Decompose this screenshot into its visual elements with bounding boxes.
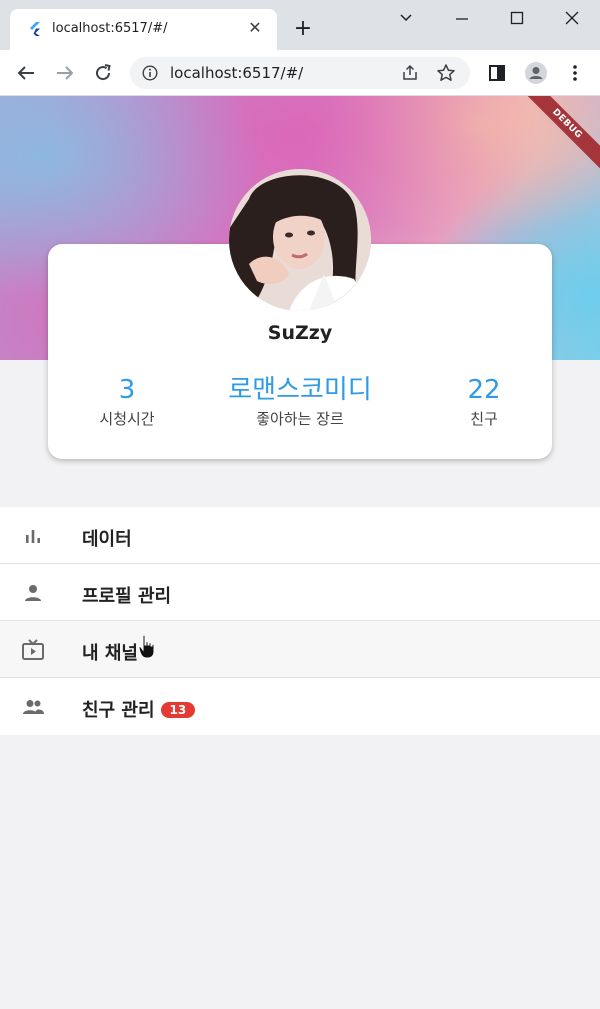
site-info-icon[interactable] bbox=[142, 65, 158, 81]
tab-close-icon[interactable]: ✕ bbox=[245, 18, 265, 38]
profile-avatar-icon[interactable] bbox=[524, 61, 548, 85]
person-icon bbox=[25, 585, 41, 601]
stat-watch-time[interactable]: 3 시청시간 bbox=[72, 374, 182, 429]
stat-label: 시청시간 bbox=[99, 410, 155, 428]
browser-tab-strip: localhost:6517/#/ ✕ + bbox=[0, 0, 600, 50]
hand-cursor-icon bbox=[138, 634, 155, 659]
url-text[interactable]: localhost:6517/#/ bbox=[170, 64, 303, 82]
stat-friends[interactable]: 22 친구 bbox=[434, 374, 534, 429]
avatar-photo bbox=[229, 169, 371, 311]
address-bar[interactable]: localhost:6517/#/ bbox=[130, 57, 470, 89]
stat-label: 친구 bbox=[470, 410, 498, 428]
stat-value: 3 bbox=[118, 375, 136, 405]
menu-item-profile[interactable]: 프로필 관리 bbox=[0, 564, 600, 621]
close-window-icon[interactable] bbox=[560, 6, 584, 30]
menu-item-data[interactable]: 데이터 bbox=[0, 507, 600, 564]
notification-badge: 13 bbox=[160, 702, 196, 718]
stat-value: 로맨스코미디 bbox=[228, 375, 372, 405]
flutter-icon bbox=[30, 22, 40, 36]
maximize-icon[interactable] bbox=[505, 6, 529, 30]
menu-item-label-text: 친구 관리 bbox=[82, 700, 155, 721]
forward-arrow-icon[interactable] bbox=[53, 61, 77, 85]
share-icon[interactable] bbox=[401, 64, 419, 82]
browser-tab[interactable]: localhost:6517/#/ ✕ bbox=[10, 9, 277, 50]
browser-toolbar: localhost:6517/#/ bbox=[0, 50, 600, 96]
people-icon bbox=[23, 700, 44, 714]
profile-name: SuZzy bbox=[267, 322, 333, 344]
side-panel-icon[interactable] bbox=[485, 61, 509, 85]
avatar[interactable] bbox=[229, 169, 371, 311]
stat-label: 좋아하는 장르 bbox=[256, 410, 344, 428]
minimize-icon[interactable] bbox=[450, 6, 474, 30]
stat-favorite-genre[interactable]: 로맨스코미디 좋아하는 장르 bbox=[220, 374, 380, 429]
new-tab-button[interactable]: + bbox=[292, 18, 314, 40]
app-viewport: DEBUG SuZzy 3 시청시간 로맨스코미디 좋아하는 장르 22 친구 bbox=[0, 96, 600, 1009]
tv-icon bbox=[22, 639, 44, 660]
reload-icon[interactable] bbox=[91, 61, 115, 85]
menu-item-friends[interactable]: 친구 관리 13 bbox=[0, 678, 600, 735]
settings-menu: 데이터 프로필 관리 내 채널 친구 관리 13 bbox=[0, 507, 600, 735]
menu-item-label: 내 채널 bbox=[82, 643, 138, 664]
menu-item-label: 프로필 관리 bbox=[82, 586, 172, 607]
bar-chart-icon bbox=[26, 530, 40, 543]
menu-item-label: 데이터 bbox=[82, 529, 132, 550]
menu-item-label: 친구 관리 13 bbox=[82, 696, 196, 722]
menu-item-channel[interactable]: 내 채널 bbox=[0, 621, 600, 678]
back-arrow-icon[interactable] bbox=[14, 61, 38, 85]
tab-search-chevron-icon[interactable] bbox=[394, 6, 418, 30]
more-menu-icon[interactable] bbox=[563, 61, 587, 85]
stat-value: 22 bbox=[467, 375, 501, 405]
bookmark-star-icon[interactable] bbox=[436, 63, 456, 83]
tab-title: localhost:6517/#/ bbox=[52, 21, 168, 36]
